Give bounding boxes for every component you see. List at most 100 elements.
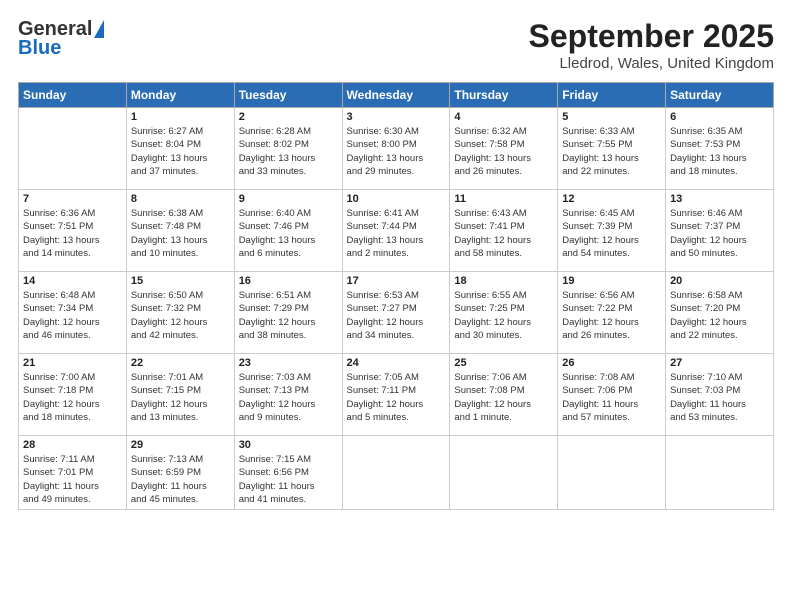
cell-line: and 41 minutes. [239, 493, 338, 506]
cell-line: and 38 minutes. [239, 329, 338, 342]
calendar-week-row: 14Sunrise: 6:48 AMSunset: 7:34 PMDayligh… [19, 272, 774, 354]
day-number: 27 [670, 357, 769, 369]
day-number: 2 [239, 111, 338, 123]
calendar-cell: 24Sunrise: 7:05 AMSunset: 7:11 PMDayligh… [342, 354, 450, 436]
calendar-cell: 26Sunrise: 7:08 AMSunset: 7:06 PMDayligh… [558, 354, 666, 436]
calendar-cell [558, 436, 666, 510]
cell-line: and 49 minutes. [23, 493, 122, 506]
cell-line: Sunrise: 7:15 AM [239, 453, 338, 466]
calendar-cell: 17Sunrise: 6:53 AMSunset: 7:27 PMDayligh… [342, 272, 450, 354]
cell-line: Sunset: 7:22 PM [562, 302, 661, 315]
day-number: 26 [562, 357, 661, 369]
calendar-week-row: 1Sunrise: 6:27 AMSunset: 8:04 PMDaylight… [19, 108, 774, 190]
cell-line: Daylight: 12 hours [239, 316, 338, 329]
cell-line: Sunset: 6:59 PM [131, 466, 230, 479]
cell-line: and 14 minutes. [23, 247, 122, 260]
calendar-cell: 11Sunrise: 6:43 AMSunset: 7:41 PMDayligh… [450, 190, 558, 272]
cell-line: Daylight: 12 hours [670, 234, 769, 247]
cell-line: Daylight: 13 hours [131, 234, 230, 247]
cell-line: and 18 minutes. [670, 165, 769, 178]
cell-line: Sunset: 7:51 PM [23, 220, 122, 233]
day-number: 12 [562, 193, 661, 205]
weekday-header-tuesday: Tuesday [234, 83, 342, 108]
day-number: 29 [131, 439, 230, 451]
cell-line: Sunrise: 7:11 AM [23, 453, 122, 466]
cell-line: Sunset: 7:37 PM [670, 220, 769, 233]
day-number: 4 [454, 111, 553, 123]
cell-line: Sunset: 7:27 PM [347, 302, 446, 315]
cell-line: and 26 minutes. [454, 165, 553, 178]
calendar-cell: 3Sunrise: 6:30 AMSunset: 8:00 PMDaylight… [342, 108, 450, 190]
cell-line: Sunset: 7:29 PM [239, 302, 338, 315]
cell-line: Daylight: 11 hours [239, 480, 338, 493]
calendar-cell: 7Sunrise: 6:36 AMSunset: 7:51 PMDaylight… [19, 190, 127, 272]
cell-line: and 46 minutes. [23, 329, 122, 342]
cell-line: Sunset: 7:39 PM [562, 220, 661, 233]
cell-line: Daylight: 12 hours [454, 316, 553, 329]
calendar-cell [342, 436, 450, 510]
cell-line: Sunset: 7:11 PM [347, 384, 446, 397]
calendar-cell: 29Sunrise: 7:13 AMSunset: 6:59 PMDayligh… [126, 436, 234, 510]
cell-line: Sunrise: 7:01 AM [131, 371, 230, 384]
calendar-cell: 8Sunrise: 6:38 AMSunset: 7:48 PMDaylight… [126, 190, 234, 272]
calendar-week-row: 28Sunrise: 7:11 AMSunset: 7:01 PMDayligh… [19, 436, 774, 510]
day-number: 30 [239, 439, 338, 451]
cell-line: Sunrise: 6:28 AM [239, 125, 338, 138]
calendar-week-row: 7Sunrise: 6:36 AMSunset: 7:51 PMDaylight… [19, 190, 774, 272]
calendar-cell: 28Sunrise: 7:11 AMSunset: 7:01 PMDayligh… [19, 436, 127, 510]
cell-line: Daylight: 12 hours [347, 316, 446, 329]
calendar-cell: 5Sunrise: 6:33 AMSunset: 7:55 PMDaylight… [558, 108, 666, 190]
cell-line: Daylight: 12 hours [131, 316, 230, 329]
cell-line: Daylight: 13 hours [23, 234, 122, 247]
cell-line: Daylight: 11 hours [23, 480, 122, 493]
cell-line: and 45 minutes. [131, 493, 230, 506]
cell-line: Sunset: 7:44 PM [347, 220, 446, 233]
cell-line: Daylight: 12 hours [454, 234, 553, 247]
day-number: 9 [239, 193, 338, 205]
day-number: 18 [454, 275, 553, 287]
day-number: 20 [670, 275, 769, 287]
cell-line: Sunrise: 6:43 AM [454, 207, 553, 220]
cell-line: Daylight: 11 hours [562, 398, 661, 411]
calendar-cell: 14Sunrise: 6:48 AMSunset: 7:34 PMDayligh… [19, 272, 127, 354]
cell-line: and 37 minutes. [131, 165, 230, 178]
logo-icon [94, 20, 104, 38]
cell-line: Sunset: 7:25 PM [454, 302, 553, 315]
calendar-cell: 10Sunrise: 6:41 AMSunset: 7:44 PMDayligh… [342, 190, 450, 272]
cell-line: Sunrise: 6:51 AM [239, 289, 338, 302]
cell-line: Daylight: 13 hours [670, 152, 769, 165]
cell-line: Sunset: 7:53 PM [670, 138, 769, 151]
cell-line: Daylight: 13 hours [347, 152, 446, 165]
calendar-cell: 2Sunrise: 6:28 AMSunset: 8:02 PMDaylight… [234, 108, 342, 190]
logo-blue-text: Blue [18, 37, 61, 60]
cell-line: Sunrise: 7:10 AM [670, 371, 769, 384]
cell-line: Daylight: 13 hours [239, 234, 338, 247]
cell-line: Sunrise: 6:33 AM [562, 125, 661, 138]
cell-line: Sunrise: 6:50 AM [131, 289, 230, 302]
cell-line: and 30 minutes. [454, 329, 553, 342]
cell-line: Daylight: 12 hours [131, 398, 230, 411]
cell-line: and 50 minutes. [670, 247, 769, 260]
cell-line: Sunset: 7:13 PM [239, 384, 338, 397]
cell-line: Sunrise: 6:53 AM [347, 289, 446, 302]
day-number: 15 [131, 275, 230, 287]
calendar-cell: 16Sunrise: 6:51 AMSunset: 7:29 PMDayligh… [234, 272, 342, 354]
calendar-cell: 12Sunrise: 6:45 AMSunset: 7:39 PMDayligh… [558, 190, 666, 272]
calendar-cell: 25Sunrise: 7:06 AMSunset: 7:08 PMDayligh… [450, 354, 558, 436]
day-number: 24 [347, 357, 446, 369]
cell-line: Daylight: 13 hours [131, 152, 230, 165]
cell-line: Daylight: 12 hours [562, 316, 661, 329]
cell-line: Sunrise: 7:05 AM [347, 371, 446, 384]
cell-line: Sunrise: 6:58 AM [670, 289, 769, 302]
calendar-cell: 13Sunrise: 6:46 AMSunset: 7:37 PMDayligh… [666, 190, 774, 272]
day-number: 28 [23, 439, 122, 451]
cell-line: Sunset: 7:03 PM [670, 384, 769, 397]
cell-line: and 18 minutes. [23, 411, 122, 424]
calendar-cell: 19Sunrise: 6:56 AMSunset: 7:22 PMDayligh… [558, 272, 666, 354]
cell-line: and 22 minutes. [670, 329, 769, 342]
cell-line: Sunrise: 7:08 AM [562, 371, 661, 384]
cell-line: Sunset: 7:34 PM [23, 302, 122, 315]
weekday-header-thursday: Thursday [450, 83, 558, 108]
weekday-header-sunday: Sunday [19, 83, 127, 108]
cell-line: Daylight: 11 hours [131, 480, 230, 493]
